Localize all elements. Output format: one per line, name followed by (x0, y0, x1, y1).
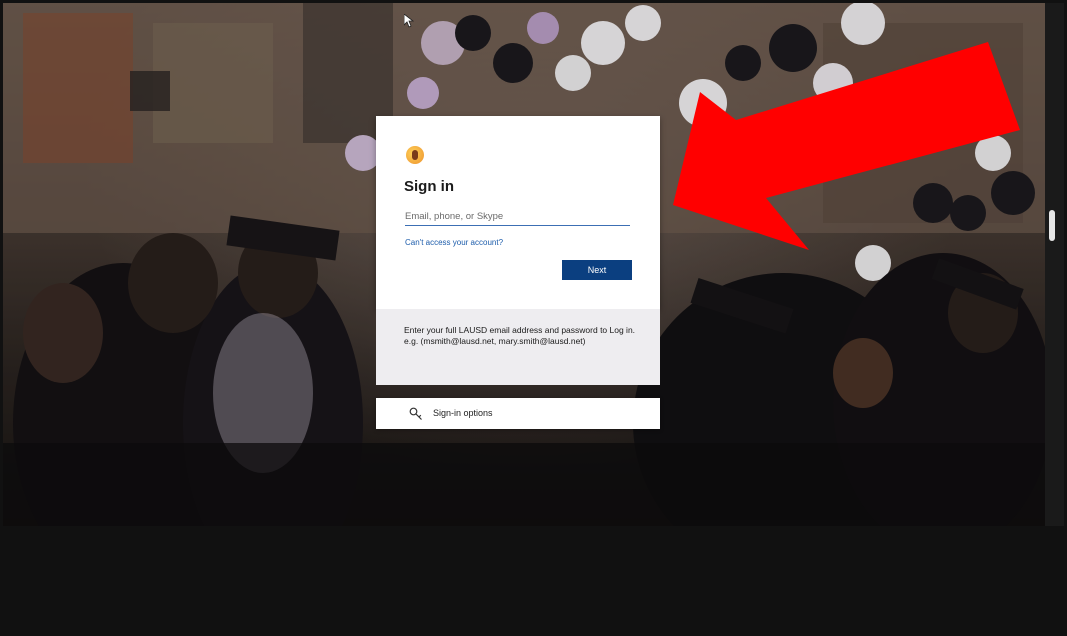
info-panel: Enter your full LAUSD email address and … (376, 309, 660, 385)
page-title: Sign in (404, 178, 454, 195)
signin-card: Sign in Can't access your account? Next (376, 116, 660, 309)
next-button[interactable]: Next (562, 260, 632, 280)
screen-viewport: Sign in Can't access your account? Next … (0, 0, 1067, 636)
scrollbar-track[interactable] (1045, 3, 1064, 526)
cant-access-account-link[interactable]: Can't access your account? (405, 238, 503, 247)
mouse-pointer-icon (404, 14, 414, 28)
signin-options-label: Sign-in options (433, 408, 493, 418)
logo-mark (412, 150, 418, 160)
email-input[interactable] (405, 207, 630, 226)
info-text: Enter your full LAUSD email address and … (404, 325, 636, 346)
scrollbar-thumb[interactable] (1049, 210, 1055, 241)
key-icon (409, 407, 422, 420)
organization-logo-icon (406, 146, 424, 164)
signin-options-button[interactable]: Sign-in options (376, 398, 660, 429)
